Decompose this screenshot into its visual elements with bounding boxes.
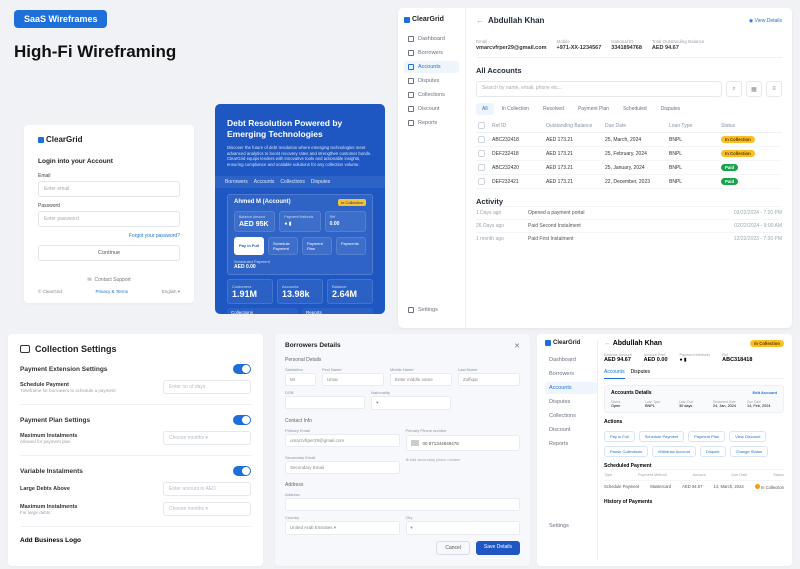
toggle-var[interactable]	[233, 466, 251, 476]
search-input[interactable]: Search by name, email, phone etc...	[476, 81, 722, 97]
tab-scheduled[interactable]: Scheduled	[617, 103, 653, 115]
schedule-button[interactable]: Schedule Payment	[268, 237, 298, 255]
toggle-ext[interactable]	[233, 364, 251, 374]
nav-dashboard[interactable]: Dashboard	[404, 33, 459, 45]
calendar-icon[interactable]: ▦	[746, 81, 762, 97]
pill-badge: SaaS Wireframes	[14, 10, 107, 28]
email-input[interactable]: Enter email	[38, 181, 180, 197]
modal-title: Borrowers Details	[285, 342, 520, 349]
pay-full-button[interactable]: Pay in Full	[234, 237, 264, 255]
card-icon	[20, 345, 30, 353]
activity-row: 1 month agoPaid First Instalment12/22/20…	[476, 232, 782, 245]
checkbox-all[interactable]	[478, 122, 485, 129]
contact-support[interactable]: Contact Support	[95, 277, 131, 283]
privacy-link[interactable]: Privacy & Terms	[96, 289, 128, 295]
profile-name: ←Abdullah Khan	[476, 16, 544, 25]
save-button[interactable]: Save Details	[476, 541, 520, 555]
nav-borrowers[interactable]: Borrowers	[404, 47, 459, 59]
promo-title: Debt Resolution Powered by Emerging Tech…	[227, 118, 373, 139]
app-panel: ClearGrid Dashboard Borrowers Accounts D…	[398, 8, 792, 328]
action-chip[interactable]: View Discount	[729, 431, 766, 442]
continue-button[interactable]: Continue	[38, 245, 180, 261]
account-tabs: All In Collection Resolved Payment Plan …	[476, 103, 782, 115]
tab-disputes[interactable]: Disputes	[655, 103, 686, 115]
action-chip[interactable]: Dispute	[700, 446, 726, 457]
activity-title: Activity	[476, 197, 782, 206]
collection-settings: Collection Settings Payment Extension Se…	[8, 334, 263, 566]
action-chip[interactable]: Schedule Payment	[639, 431, 685, 442]
table-row[interactable]: ABC232420AED 173.2125, January, 2024BNPL…	[476, 161, 782, 175]
activity-row: 1 Days agoOpened a payment portal03/22/2…	[476, 206, 782, 219]
accounts-title: All Accounts	[476, 66, 782, 75]
add-logo: Add Business Logo	[20, 537, 251, 544]
page-headline: High-Fi Wireframing	[14, 42, 184, 62]
footer-copy: © ClearGrid	[38, 289, 62, 295]
promo-account-card: Ahmed M (Account)In Collection Balance A…	[227, 194, 373, 275]
action-chip[interactable]: Change Status	[730, 446, 768, 457]
cancel-button[interactable]: Cancel	[436, 541, 470, 555]
login-card: ClearGrid Login into your Account Email …	[24, 125, 194, 303]
table-row[interactable]: DEF232421AED 173.2122, December, 2023BNP…	[476, 175, 782, 189]
password-label: Password	[38, 203, 180, 209]
promo-body: Discover the future of debt resolution w…	[227, 145, 373, 167]
tab-resolved[interactable]: Resolved	[537, 103, 570, 115]
brand-logo: ClearGrid	[38, 135, 180, 144]
tab-plan[interactable]: Payment Plan	[572, 103, 615, 115]
profile-panel: ClearGrid Dashboard Borrowers Accounts D…	[537, 334, 792, 566]
borrowers-modal: Borrowers Details ✕ Personal Details Sal…	[275, 334, 530, 566]
lang-select[interactable]: English ▾	[162, 289, 180, 295]
login-title: Login into your Account	[38, 158, 180, 165]
view-details-link[interactable]: ◉ View Details	[749, 18, 782, 24]
edit-link[interactable]: Edit Account	[752, 390, 777, 396]
forgot-link[interactable]: Forgot your password?	[38, 233, 180, 239]
activity-row: 26 Days agoPaid Second Instalment02/22/2…	[476, 219, 782, 232]
promo-card: Debt Resolution Powered by Emerging Tech…	[215, 104, 385, 314]
nav-accounts[interactable]: Accounts	[404, 61, 459, 73]
action-chip[interactable]: Payment Plan	[688, 431, 725, 442]
amount-input[interactable]: Enter amount in AED	[163, 482, 251, 496]
action-chip[interactable]: Withdraw Account	[652, 446, 696, 457]
table-row[interactable]: DEF232418AED 173.2125, February, 2024BNP…	[476, 147, 782, 161]
months-select[interactable]: Choose months ▾	[163, 431, 251, 445]
email-label: Email	[38, 173, 180, 179]
nav-collections[interactable]: Collections	[404, 89, 459, 101]
tab-collection[interactable]: In Collection	[496, 103, 536, 115]
nav-discount[interactable]: Discount	[404, 103, 459, 115]
table-row[interactable]: ABC232418AED 173.2125, March, 2024BNPLIn…	[476, 133, 782, 147]
cs-title: Collection Settings	[20, 344, 251, 354]
tab-accounts[interactable]: Accounts	[604, 369, 625, 379]
nav-disputes[interactable]: Disputes	[404, 75, 459, 87]
nav-reports[interactable]: Reports	[404, 117, 459, 129]
toggle-plan[interactable]	[233, 415, 251, 425]
nav-settings[interactable]: Settings	[404, 304, 460, 316]
close-icon[interactable]: ✕	[514, 342, 520, 350]
plan-button[interactable]: Payment Plan	[302, 237, 332, 255]
action-chip[interactable]: Pay in Full	[604, 431, 635, 442]
search-icon[interactable]: ⌕	[726, 81, 742, 97]
tab-all[interactable]: All	[476, 103, 494, 115]
tab-disputes[interactable]: Disputes	[631, 369, 650, 375]
months2-select[interactable]: Choose months ▾	[163, 502, 251, 516]
promo-nav: BorrowersAccountsCollectionsDisputes	[215, 176, 385, 188]
password-input[interactable]: Enter password	[38, 211, 180, 227]
action-chip[interactable]: Pause Collections	[604, 446, 648, 457]
filter-icon[interactable]: ≡	[766, 81, 782, 97]
days-input[interactable]: Enter no of days	[163, 380, 251, 394]
